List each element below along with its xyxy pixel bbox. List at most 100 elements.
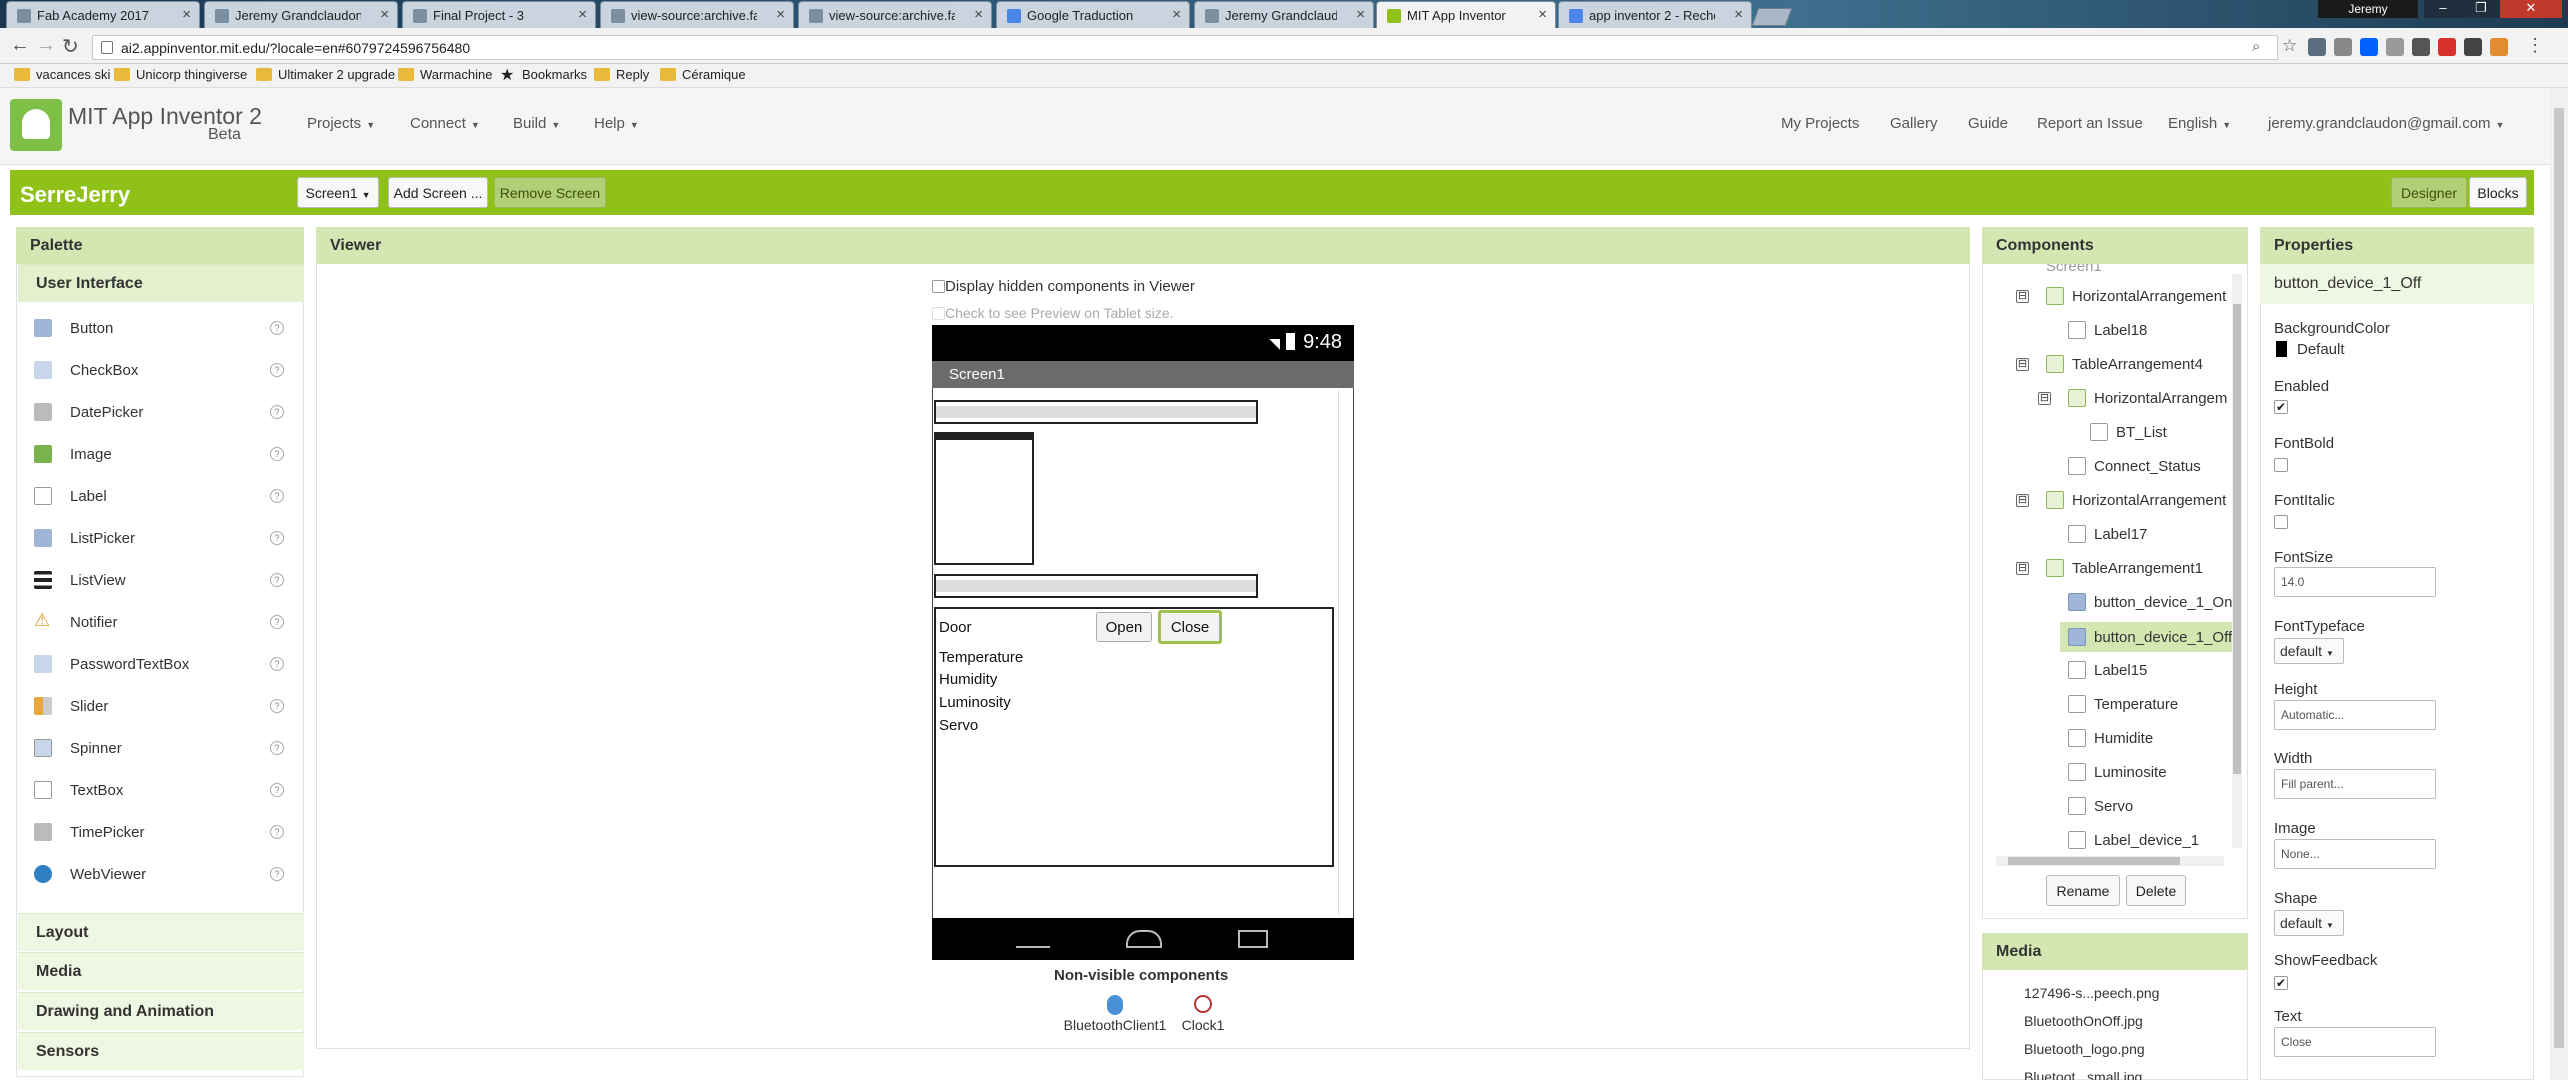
forward-arrow-icon[interactable]: → (36, 34, 56, 57)
palette-item-button[interactable]: Button? (18, 308, 298, 350)
scrollbar-thumb[interactable] (2233, 304, 2241, 774)
url-input[interactable]: ai2.appinventor.mit.edu/?locale=en#60797… (92, 35, 2278, 60)
help-icon[interactable]: ? (270, 657, 284, 671)
maximize-icon[interactable]: ❐ (2462, 0, 2500, 18)
showfeedback-checkbox[interactable]: ✔ (2274, 976, 2288, 990)
extension-icon[interactable] (2334, 38, 2352, 56)
palette-item-notifier[interactable]: ⚠ Notifier? (18, 602, 298, 644)
palette-item-passwordtextbox[interactable]: PasswordTextBox? (18, 644, 298, 686)
viewer-servo-label[interactable]: Servo (939, 717, 978, 734)
collapse-toggle-icon[interactable]: ⊟ (2016, 494, 2029, 507)
zoom-icon[interactable]: ⌕ (2252, 38, 2260, 55)
viewer-textbox-1[interactable] (934, 400, 1258, 424)
rename-button[interactable]: Rename (2046, 875, 2120, 906)
media-file[interactable]: Bluetooth_logo.png (2024, 1041, 2145, 1057)
remove-screen-button[interactable]: Remove Screen (494, 177, 606, 208)
height-input[interactable]: Automatic... (2274, 700, 2436, 730)
tab-view-source-1[interactable]: view-source:archive.fabi × (600, 1, 794, 28)
extension-icon[interactable] (2386, 38, 2404, 56)
palette-item-webviewer[interactable]: WebViewer? (18, 854, 298, 896)
extension-icon[interactable] (2412, 38, 2430, 56)
viewer-humidity-label[interactable]: Humidity (939, 671, 997, 688)
tablet-preview-checkbox[interactable] (932, 307, 945, 320)
link-guide[interactable]: Guide (1968, 115, 2008, 132)
enabled-checkbox[interactable]: ✔ (2274, 400, 2288, 414)
fontsize-input[interactable]: 14.0 (2274, 567, 2436, 597)
designer-button[interactable]: Designer (2391, 177, 2467, 208)
category-sensors[interactable]: Sensors (18, 1032, 304, 1070)
page-info-icon[interactable] (101, 41, 113, 54)
menu-connect[interactable]: Connect ▼ (410, 115, 480, 132)
tree-vertical-scrollbar[interactable] (2232, 274, 2242, 848)
tab-close-icon[interactable]: × (776, 6, 785, 23)
help-icon[interactable]: ? (270, 741, 284, 755)
tab-close-icon[interactable]: × (182, 6, 191, 23)
palette-item-textbox[interactable]: TextBox? (18, 770, 298, 812)
shape-select[interactable]: default ▼ (2274, 910, 2344, 936)
tab-google-search[interactable]: app inventor 2 - Recher × (1558, 1, 1752, 28)
palette-item-listpicker[interactable]: ListPicker? (18, 518, 298, 560)
viewer-open-button[interactable]: Open (1096, 612, 1152, 642)
media-file[interactable]: Bluetoot...small.jpg (2024, 1069, 2142, 1080)
tab-final-project[interactable]: Final Project - 3 × (402, 1, 596, 28)
help-icon[interactable]: ? (270, 489, 284, 503)
menu-account[interactable]: jeremy.grandclaudon@gmail.com ▼ (2268, 115, 2504, 132)
background-color-picker[interactable]: Default (2276, 341, 2345, 358)
help-icon[interactable]: ? (270, 447, 284, 461)
close-window-icon[interactable]: ✕ (2500, 0, 2562, 18)
nonvisible-clock[interactable]: Clock1 (1176, 995, 1230, 1033)
tab-fab-academy[interactable]: Fab Academy 2017 × (6, 1, 200, 28)
viewer-listview[interactable] (934, 432, 1034, 565)
fonttypeface-select[interactable]: default ▼ (2274, 638, 2344, 664)
tab-view-source-2[interactable]: view-source:archive.fab × (798, 1, 992, 28)
tab-jeremy-2[interactable]: Jeremy Grandclaudon F × (1194, 1, 1374, 28)
viewer-luminosity-label[interactable]: Luminosity (939, 694, 1011, 711)
help-icon[interactable]: ? (270, 783, 284, 797)
tab-mit-app-inventor[interactable]: MIT App Inventor × (1376, 1, 1556, 28)
collapse-toggle-icon[interactable]: ⊟ (2016, 562, 2029, 575)
delete-button[interactable]: Delete (2126, 875, 2186, 906)
width-input[interactable]: Fill parent... (2274, 769, 2436, 799)
chrome-menu-icon[interactable]: ⋮ (2526, 35, 2544, 56)
hidden-components-checkbox[interactable] (932, 280, 945, 293)
media-file[interactable]: 127496-s...peech.png (2024, 985, 2159, 1001)
link-report-issue[interactable]: Report an Issue (2037, 115, 2143, 132)
tab-close-icon[interactable]: × (578, 6, 587, 23)
hidden-components-toggle[interactable]: Display hidden components in Viewer (932, 278, 1195, 295)
back-arrow-icon[interactable]: ← (10, 34, 30, 57)
tab-google-traduction[interactable]: Google Traduction × (996, 1, 1190, 28)
category-drawing-animation[interactable]: Drawing and Animation (18, 992, 304, 1030)
tab-close-icon[interactable]: × (1538, 6, 1547, 23)
palette-item-datepicker[interactable]: DatePicker? (18, 392, 298, 434)
screen-select[interactable]: Screen1 ▼ (297, 177, 379, 208)
help-icon[interactable]: ? (270, 825, 284, 839)
palette-item-spinner[interactable]: Spinner? (18, 728, 298, 770)
tab-jeremy-1[interactable]: Jeremy Grandclaudon Fa × (204, 1, 398, 28)
tab-close-icon[interactable]: × (380, 6, 389, 23)
extension-icon[interactable] (2464, 38, 2482, 56)
palette-item-label[interactable]: Label? (18, 476, 298, 518)
help-icon[interactable]: ? (270, 363, 284, 377)
extension-icon[interactable] (2308, 38, 2326, 56)
pdf-icon[interactable] (2438, 38, 2456, 56)
menu-build[interactable]: Build ▼ (513, 115, 560, 132)
scrollbar-thumb[interactable] (2008, 857, 2180, 865)
collapse-toggle-icon[interactable]: ⊟ (2016, 290, 2029, 303)
image-input[interactable]: None... (2274, 839, 2436, 869)
bookmark-ultimaker[interactable]: Ultimaker 2 upgrade (256, 67, 395, 82)
palette-item-checkbox[interactable]: CheckBox? (18, 350, 298, 392)
tree-screen1[interactable]: Screen1 (2046, 264, 2102, 275)
bookmark-bookmarks[interactable]: ★ Bookmarks (500, 67, 587, 84)
menu-language[interactable]: English ▼ (2168, 115, 2231, 132)
menu-help[interactable]: Help ▼ (594, 115, 639, 132)
tablet-preview-toggle[interactable]: Check to see Preview on Tablet size. (932, 305, 1174, 321)
bookmark-ceramique[interactable]: Céramique (660, 67, 746, 82)
fontitalic-checkbox[interactable] (2274, 515, 2288, 529)
category-user-interface[interactable]: User Interface (18, 264, 304, 302)
viewer-textbox-2[interactable] (934, 574, 1258, 598)
bookmark-warmachine[interactable]: Warmachine (398, 67, 492, 82)
help-icon[interactable]: ? (270, 867, 284, 881)
extension-icon[interactable] (2490, 38, 2508, 56)
link-my-projects[interactable]: My Projects (1781, 115, 1859, 132)
palette-item-listview[interactable]: ListView? (18, 560, 298, 602)
